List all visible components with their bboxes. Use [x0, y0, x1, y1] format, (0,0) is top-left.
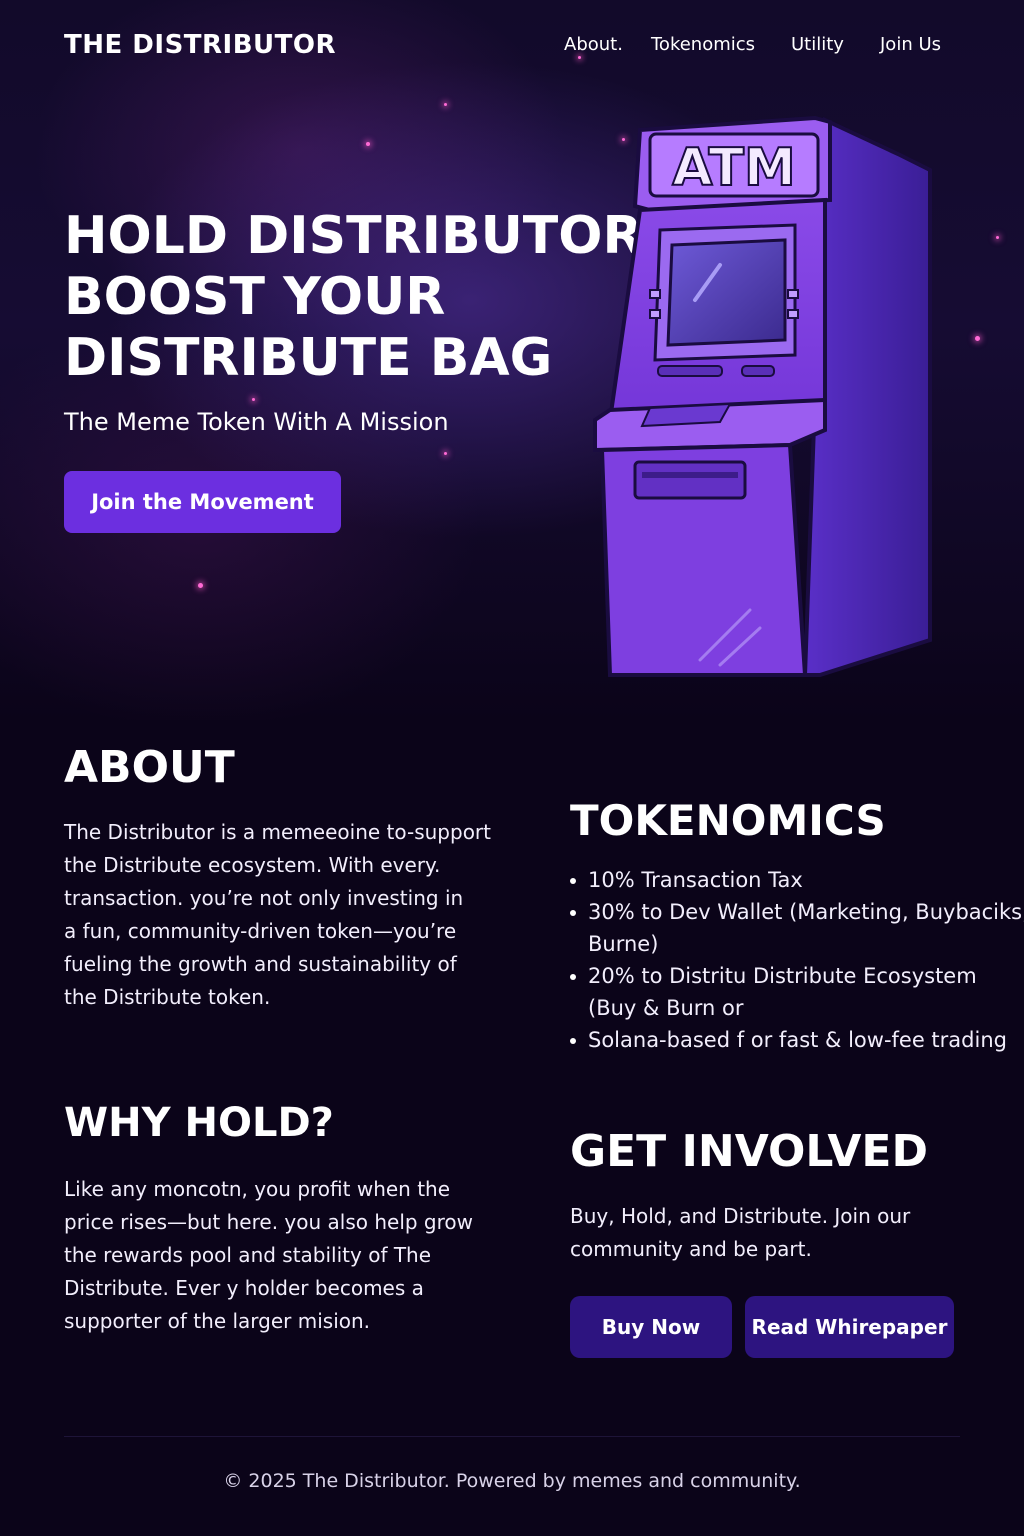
nav-link-tokenomics[interactable]: Tokenomics — [651, 34, 755, 55]
star — [198, 583, 203, 588]
about-line: a fun, community-driven token—you’re — [64, 919, 457, 943]
hero-subtitle: The Meme Token With A Mission — [64, 408, 449, 436]
list-item-text: 30% to Dev Wallet (Marketing, Buybaciks, — [588, 900, 1024, 924]
get-involved-text: Buy, Hold, and Distribute. Join our comm… — [570, 1200, 910, 1266]
star — [996, 236, 999, 239]
about-line: transaction. you’re not only investing i… — [64, 886, 464, 910]
hero-title-line: DISTRIBUTE BAG — [64, 328, 553, 388]
page: THE DISTRIBUTOR About. Tokenomics Utilit… — [0, 0, 1024, 1536]
star — [366, 142, 370, 146]
about-line: the Distribute ecosystem. With every. — [64, 853, 441, 877]
get-involved-line: Buy, Hold, and Distribute. Join our — [570, 1204, 911, 1228]
list-item-text: Burne) — [588, 932, 659, 956]
brand-logo[interactable]: THE DISTRIBUTOR — [64, 30, 336, 60]
why-hold-line: Like any moncotn, you profit when the — [64, 1177, 451, 1201]
why-hold-line: Distribute. Ever y holder becomes a — [64, 1276, 424, 1300]
get-involved-heading: GET INVOLVED — [570, 1126, 928, 1177]
star — [252, 398, 255, 401]
tokenomics-heading: TOKENOMICS — [570, 796, 886, 845]
read-whitepaper-button[interactable]: Read Whirepaper — [745, 1296, 954, 1358]
about-heading: ABOUT — [64, 742, 235, 793]
nav-link-join-us[interactable]: Join Us — [880, 34, 941, 55]
about-line: The Distributor is a memeeoine to-suppor… — [64, 820, 491, 844]
footer-divider — [64, 1436, 960, 1437]
star — [578, 56, 581, 59]
atm-sign-text: ATM — [672, 138, 795, 198]
get-involved-line: community and be part. — [570, 1237, 812, 1261]
list-item-text: 10% Transaction Tax — [588, 868, 803, 892]
why-hold-line: price rises—but here. you also help grow — [64, 1210, 474, 1234]
hero-title-line: BOOST YOUR — [64, 267, 446, 327]
list-item-text: 20% to Distritu Distribute Ecosystem — [588, 964, 977, 988]
why-hold-line: supporter of the larger mision. — [64, 1309, 371, 1333]
hero-title-line: HOLD DISTRIBUTOR — [64, 206, 643, 266]
list-item-text: (Buy & Burn or — [588, 996, 744, 1020]
hero-title: HOLD DISTRIBUTOR BOOST YOUR DISTRIBUTE B… — [64, 206, 644, 389]
list-item: 30% to Dev Wallet (Marketing, Buybaciks,… — [570, 896, 1024, 960]
why-hold-text: Like any moncotn, you profit when the pr… — [64, 1173, 473, 1338]
why-hold-heading: WHY HOLD? — [64, 1100, 334, 1146]
about-line: fueling the growth and sustainability of — [64, 952, 457, 976]
star — [444, 103, 447, 106]
about-text: The Distributor is a memeeoine to-suppor… — [64, 816, 491, 1014]
join-movement-button[interactable]: Join the Movement — [64, 471, 341, 533]
nav-link-utility[interactable]: Utility — [791, 34, 844, 55]
star — [444, 452, 447, 455]
about-line: the Distribute token. — [64, 985, 271, 1009]
list-item: Solana-based f or fast & low-fee trading — [570, 1024, 1024, 1056]
tokenomics-list: 10% Transaction Tax 30% to Dev Wallet (M… — [570, 864, 1024, 1056]
list-item: 10% Transaction Tax — [570, 864, 1024, 896]
nav-link-about[interactable]: About. — [564, 34, 623, 55]
atm-illustration: ATM — [593, 115, 932, 677]
buy-now-button[interactable]: Buy Now — [570, 1296, 732, 1358]
list-item: 20% to Distritu Distribute Ecosystem (Bu… — [570, 960, 1024, 1024]
why-hold-line: the rewards pool and stability of The — [64, 1243, 432, 1267]
star — [975, 336, 980, 341]
list-item-text: Solana-based f or fast & low-fee trading — [588, 1028, 1007, 1052]
footer-text: © 2025 The Distributor. Powered by memes… — [223, 1470, 801, 1492]
